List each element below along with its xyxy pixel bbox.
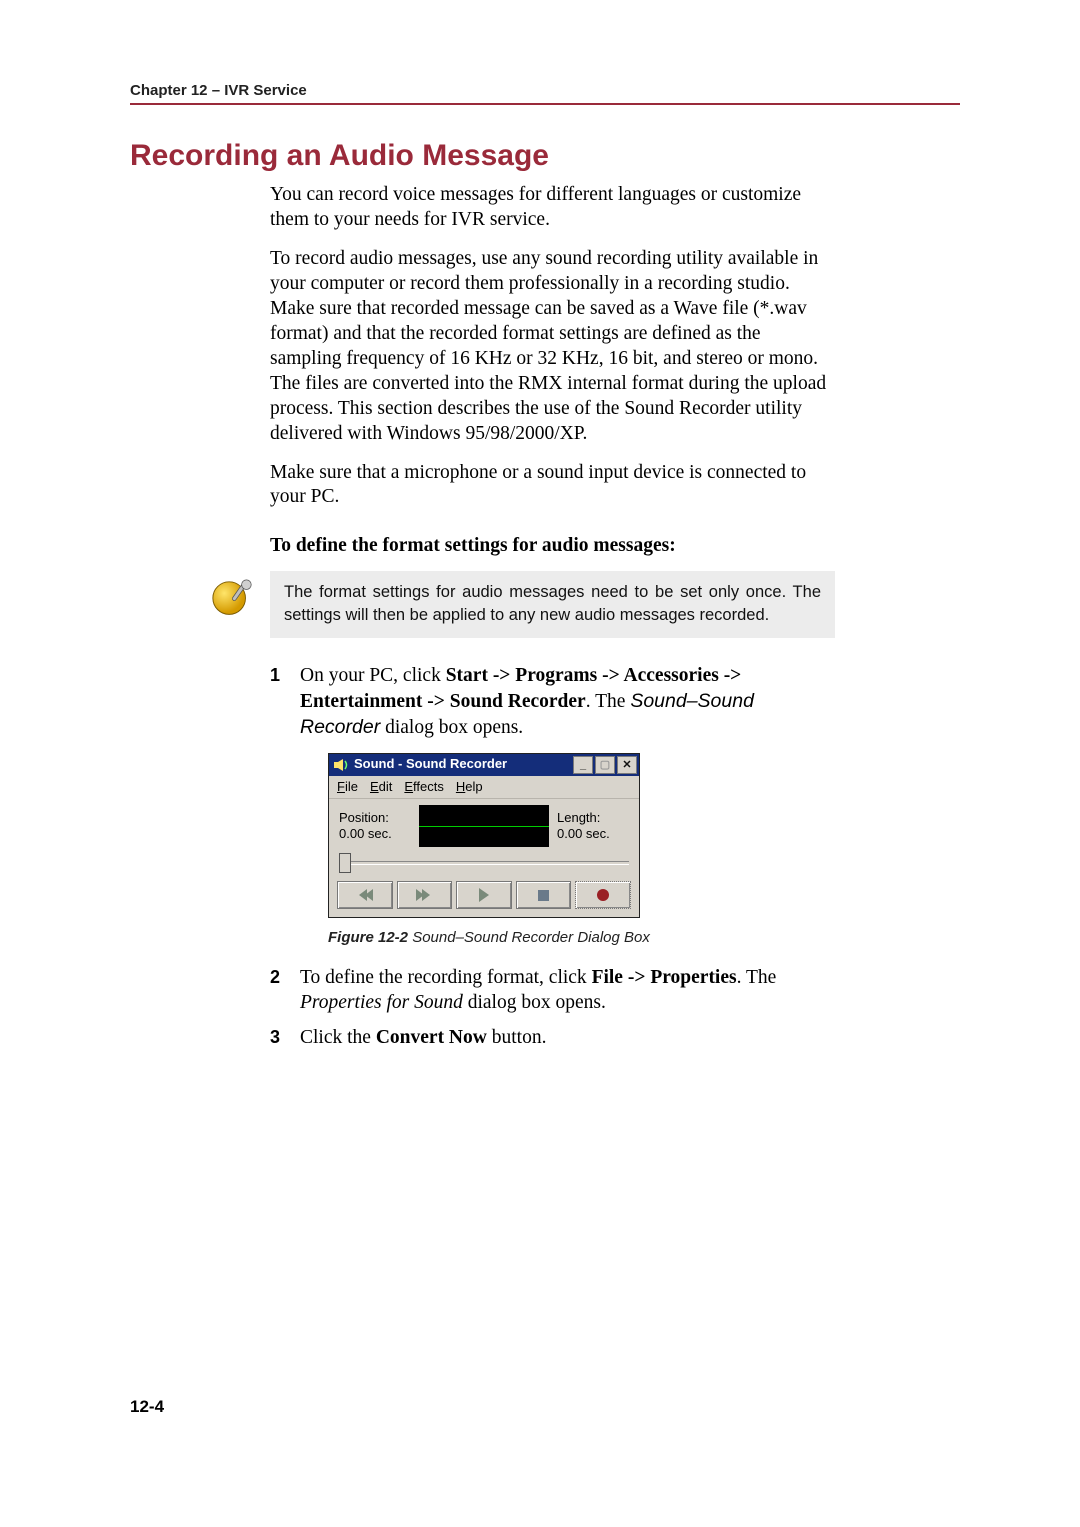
recorder-body: Position: 0.00 sec. Length: 0.00 sec. (329, 799, 639, 849)
note-row: The format settings for audio messages n… (210, 571, 835, 638)
step-1: On your PC, click Start -> Programs -> A… (270, 664, 835, 948)
step-2: To define the recording format, click Fi… (270, 966, 835, 1016)
step-2-text-a: To define the recording format, click (300, 967, 592, 988)
step-1-text-c: . The (586, 691, 631, 712)
header-rule (130, 103, 960, 105)
menu-file[interactable]: File (337, 779, 358, 796)
minimize-button[interactable]: _ (573, 756, 593, 774)
subheading: To define the format settings for audio … (270, 534, 835, 559)
section-title: Recording an Audio Message (130, 139, 960, 173)
sound-recorder-window: Sound - Sound Recorder _ ▢ ✕ File Edit E… (328, 753, 640, 919)
paragraph-3: Make sure that a microphone or a sound i… (270, 461, 835, 511)
position-value: 0.00 sec. (339, 826, 411, 842)
chapter-header: Chapter 12 – IVR Service (130, 82, 960, 99)
menu-effects[interactable]: Effects (404, 779, 444, 796)
step-2-italic: Properties for Sound (300, 992, 463, 1013)
note-pin-icon (210, 577, 256, 623)
figure-caption-text: Sound–Sound Recorder Dialog Box (408, 929, 650, 946)
transport-buttons (329, 877, 639, 917)
step-3: Click the Convert Now button. (270, 1026, 835, 1051)
figure-label: Figure 12-2 (328, 929, 408, 946)
maximize-button[interactable]: ▢ (595, 756, 615, 774)
position-label-block: Position: 0.00 sec. (339, 810, 411, 843)
document-page: Chapter 12 – IVR Service Recording an Au… (0, 0, 1080, 1527)
length-label: Length: (557, 810, 629, 826)
stop-button[interactable] (516, 881, 572, 909)
paragraph-1: You can record voice messages for differ… (270, 183, 835, 233)
page-number: 12-4 (130, 1397, 164, 1417)
waveform-canvas (419, 805, 549, 847)
slider-thumb[interactable] (339, 853, 351, 873)
body-column: You can record voice messages for differ… (270, 183, 835, 1050)
close-button[interactable]: ✕ (617, 756, 637, 774)
length-label-block: Length: 0.00 sec. (557, 810, 629, 843)
step-2-text-c: . The (737, 967, 777, 988)
figure-caption: Figure 12-2 Sound–Sound Recorder Dialog … (328, 928, 835, 947)
speaker-icon (333, 757, 349, 773)
position-label: Position: (339, 810, 411, 826)
steps-list: On your PC, click Start -> Programs -> A… (270, 664, 835, 1051)
step-3-text-a: Click the (300, 1027, 376, 1048)
fast-forward-button[interactable] (397, 881, 453, 909)
rewind-button[interactable] (337, 881, 393, 909)
figure-recorder: Sound - Sound Recorder _ ▢ ✕ File Edit E… (328, 753, 835, 919)
step-1-text-a: On your PC, click (300, 665, 446, 686)
step-3-text-c: button. (487, 1027, 547, 1048)
record-button[interactable] (575, 881, 631, 909)
menu-help[interactable]: Help (456, 779, 483, 796)
step-1-text-e: dialog box opens. (380, 717, 523, 738)
note-box: The format settings for audio messages n… (270, 571, 835, 638)
menu-edit[interactable]: Edit (370, 779, 392, 796)
titlebar: Sound - Sound Recorder _ ▢ ✕ (329, 754, 639, 776)
step-2-bold: File -> Properties (592, 967, 737, 988)
position-slider[interactable] (339, 853, 629, 871)
step-2-text-e: dialog box opens. (463, 992, 606, 1013)
play-button[interactable] (456, 881, 512, 909)
paragraph-2: To record audio messages, use any sound … (270, 247, 835, 447)
titlebar-text: Sound - Sound Recorder (354, 756, 571, 773)
length-value: 0.00 sec. (557, 826, 629, 842)
menu-bar: File Edit Effects Help (329, 776, 639, 800)
step-3-bold: Convert Now (376, 1027, 487, 1048)
